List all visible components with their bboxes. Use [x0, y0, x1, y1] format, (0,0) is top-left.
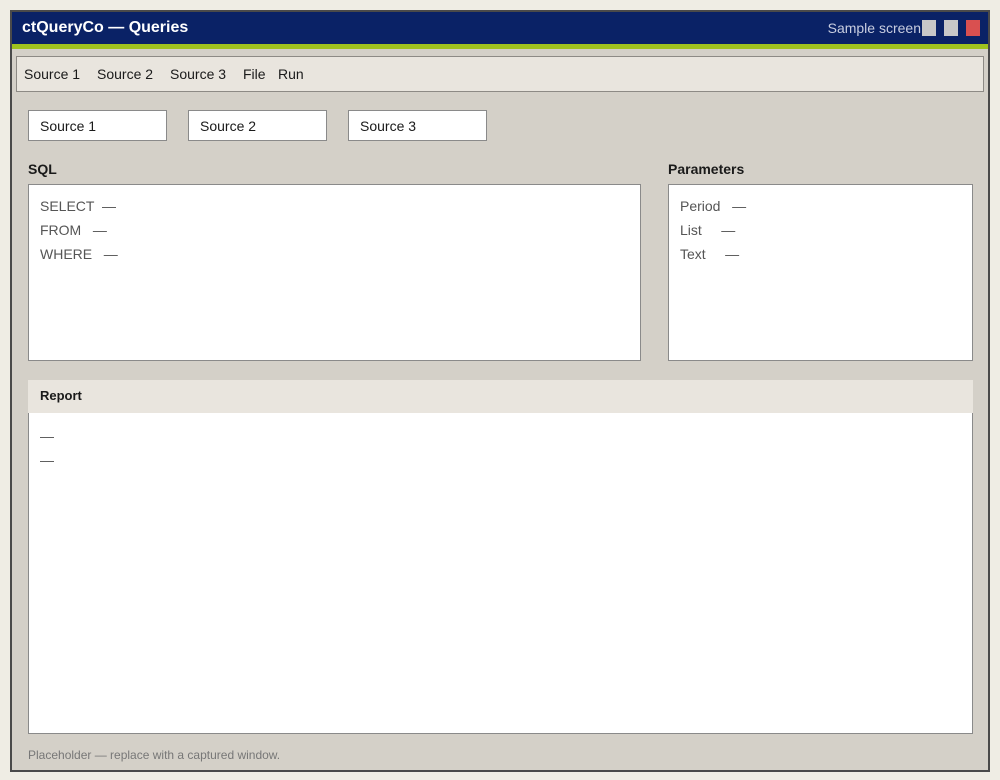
sql-row-value: — [92, 222, 107, 238]
sql-row-label: WHERE [40, 246, 93, 262]
param-row-value: — [725, 246, 740, 262]
sql-row-value: — [103, 246, 118, 262]
menu-bar: Source 1 Source 2 Source 3 File Run [16, 56, 984, 92]
param-row-list: List — [680, 222, 735, 238]
param-row-label: Text [680, 246, 706, 262]
menu-item-source-3[interactable]: Source 3 [170, 57, 226, 91]
sql-row-label: SELECT [40, 198, 95, 214]
param-row-text: Text — [680, 246, 739, 262]
menu-item-source-2[interactable]: Source 2 [97, 57, 153, 91]
source-3-field[interactable]: Source 3 [348, 110, 487, 141]
accent-bar [12, 44, 988, 49]
maximize-button[interactable] [944, 20, 958, 36]
report-panel[interactable]: — — [28, 413, 973, 734]
sql-heading: SQL [28, 161, 57, 177]
parameters-heading: Parameters [668, 161, 745, 177]
param-row-label: Period [680, 198, 721, 214]
param-row-value: — [721, 222, 736, 238]
sql-row-value: — [102, 198, 116, 214]
param-row-label: List [680, 222, 702, 238]
param-row-value: — [732, 198, 747, 214]
report-line: — [40, 428, 54, 444]
report-line: — [40, 452, 54, 468]
app-window: ctQueryCo — Queries Sample screen Source… [10, 10, 990, 772]
title-bar[interactable]: ctQueryCo — Queries Sample screen [12, 12, 988, 44]
parameters-panel[interactable]: Period — List — Text — [668, 184, 973, 361]
param-row-period: Period — [680, 198, 746, 214]
source-2-field[interactable]: Source 2 [188, 110, 327, 141]
report-heading: Report [28, 380, 973, 413]
sql-row-select: SELECT — [40, 198, 116, 214]
sql-row-from: FROM — [40, 222, 107, 238]
close-button[interactable] [966, 20, 980, 36]
sql-panel[interactable]: SELECT — FROM — WHERE — [28, 184, 641, 361]
footer-note: Placeholder — replace with a captured wi… [28, 748, 281, 762]
menu-item-run[interactable]: Run [278, 57, 304, 91]
window-subtitle: Sample screen [827, 20, 921, 36]
sql-row-label: FROM [40, 222, 82, 238]
menu-item-source-1[interactable]: Source 1 [24, 57, 80, 91]
source-1-field[interactable]: Source 1 [28, 110, 167, 141]
menu-item-file[interactable]: File [243, 57, 266, 91]
sql-row-where: WHERE — [40, 246, 118, 262]
window-title: ctQueryCo — Queries [22, 19, 189, 36]
minimize-button[interactable] [922, 20, 936, 36]
